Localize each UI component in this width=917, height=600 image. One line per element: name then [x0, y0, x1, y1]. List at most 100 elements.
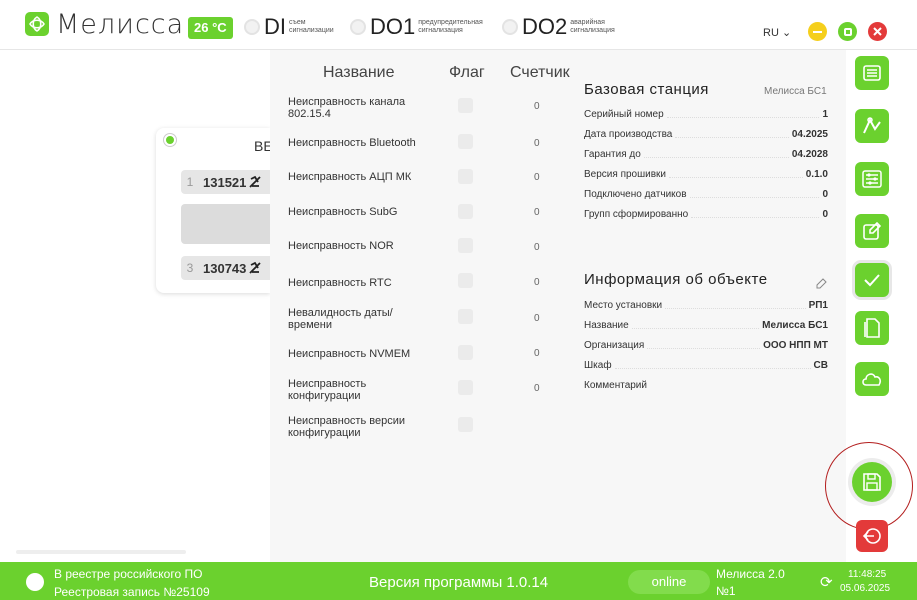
fault-flag-checkbox[interactable] [458, 309, 473, 324]
signal-do2: DO2 аварийная сигнализация [502, 14, 630, 40]
cloud-button[interactable] [855, 362, 889, 396]
fault-flag-checkbox[interactable] [458, 273, 473, 288]
fault-flag-checkbox[interactable] [458, 204, 473, 219]
signal-caption: предупредительная сигнализация [418, 19, 483, 34]
fault-name: Неисправность Bluetooth [288, 137, 416, 149]
online-indicator [164, 134, 176, 146]
fault-flag-checkbox[interactable] [458, 169, 473, 184]
network-panel: ВЕ 1 131521 3 130743 [0, 50, 273, 562]
check-icon [864, 274, 880, 287]
signal-code: DI [264, 14, 286, 39]
signal-di: DI съем сигнализации [244, 14, 349, 40]
edit-icon [863, 222, 881, 240]
chart-icon [863, 117, 881, 134]
station-card[interactable]: ВЕ 1 131521 3 130743 [156, 128, 273, 293]
save-button[interactable] [852, 462, 892, 502]
fault-count: 0 [534, 277, 540, 288]
fault-flag-checkbox[interactable] [458, 417, 473, 432]
app-header: Мелисса 26 °C DI съем сигнализации DO1 п… [0, 0, 917, 50]
indicator-icon [244, 19, 260, 35]
logo-icon [25, 12, 49, 36]
device-name: Мелисса 2.0 [716, 567, 785, 581]
device-number: №1 [716, 584, 736, 598]
column-flag: Флаг [449, 64, 485, 81]
fault-flag-checkbox[interactable] [458, 380, 473, 395]
close-button[interactable] [868, 22, 887, 41]
sensor-chip[interactable]: 3 130743 [181, 256, 270, 280]
minimize-button[interactable] [808, 22, 827, 41]
exit-button[interactable] [856, 520, 888, 552]
sensor-number: 1 [186, 175, 194, 189]
registry-text: В реестре российского ПО [54, 567, 203, 581]
object-info-title: Информация об объекте [584, 271, 768, 288]
temperature-badge: 26 °C [188, 17, 233, 39]
base-station-field: Подключено датчиков 0 [584, 189, 828, 200]
signal-caption: аварийная сигнализация [570, 19, 615, 34]
object-info-field: Место установки РП1 [584, 300, 828, 311]
sensor-chip[interactable]: 1 131521 [181, 170, 270, 194]
cable-disconnected-icon [249, 261, 262, 274]
base-station-field: Групп сформированно 0 [584, 209, 828, 220]
object-info-field: Шкаф СВ [584, 360, 828, 371]
sensor-id: 130743 [203, 260, 247, 276]
fault-name: Неисправность АЦП МК [288, 171, 412, 183]
app-name: Мелисса [56, 9, 185, 40]
chart-button[interactable] [855, 109, 889, 143]
fault-count: 0 [534, 172, 540, 183]
indicator-icon [502, 19, 518, 35]
signal-caption: съем сигнализации [289, 19, 334, 34]
connection-status: online [628, 570, 710, 594]
horizontal-scrollbar[interactable] [16, 550, 186, 554]
save-icon [863, 473, 881, 491]
base-station-field: Дата производства 04.2025 [584, 129, 828, 140]
fault-count: 0 [534, 138, 540, 149]
fault-count: 0 [534, 207, 540, 218]
fault-name: Неисправность конфигурации [288, 378, 367, 402]
fault-name: Неисправность SubG [288, 206, 398, 218]
edit-button[interactable] [855, 214, 889, 248]
list-icon [863, 65, 881, 81]
fault-flag-checkbox[interactable] [458, 345, 473, 360]
signal-code: DO1 [370, 14, 416, 39]
object-info-field: Комментарий [584, 380, 647, 391]
fault-flag-checkbox[interactable] [458, 238, 473, 253]
maximize-button[interactable] [838, 22, 857, 41]
document-icon [864, 318, 880, 338]
fault-flag-checkbox[interactable] [458, 134, 473, 149]
base-station-field: Гарантия до 04.2028 [584, 149, 828, 160]
edit-icon[interactable] [816, 278, 827, 289]
fault-count: 0 [534, 242, 540, 253]
fault-count: 0 [534, 313, 540, 324]
maximize-icon [843, 27, 852, 36]
sync-icon[interactable]: ⟳ [820, 573, 833, 591]
list-button[interactable] [855, 56, 889, 90]
fault-name: Неисправность NOR [288, 240, 394, 252]
object-info-field: Название Мелисса БС1 [584, 320, 828, 331]
sensor-number: 3 [186, 261, 194, 275]
base-station-field: Версия прошивки 0.1.0 [584, 169, 828, 180]
fault-count: 0 [534, 348, 540, 359]
settings-button[interactable] [855, 162, 889, 196]
base-station-field: Серийный номер 1 [584, 109, 828, 120]
base-station-title: Базовая станция [584, 81, 709, 98]
fault-name: Неисправность версии конфигурации [288, 415, 406, 439]
language-select[interactable]: RU ⌄ [763, 26, 791, 39]
fault-flag-checkbox[interactable] [458, 98, 473, 113]
fault-name: Невалидность даты/ времени [288, 307, 393, 331]
check-button[interactable] [855, 263, 889, 297]
registry-icon [26, 573, 44, 591]
registry-record: Реестровая запись №25109 [54, 585, 210, 599]
fault-count: 0 [534, 101, 540, 112]
indicator-icon [350, 19, 366, 35]
cloud-icon [862, 373, 882, 386]
sensor-id: 131521 [203, 174, 247, 190]
column-name: Название [323, 64, 395, 81]
signal-do1: DO1 предупредительная сигнализация [350, 14, 498, 40]
details-panel: Название Флаг Счетчик Неисправность кана… [270, 50, 846, 562]
fault-name: Неисправность NVMEM [288, 348, 411, 360]
document-button[interactable] [855, 311, 889, 345]
minimize-icon [813, 30, 822, 33]
sensor-chip-empty[interactable] [181, 204, 270, 244]
program-version: Версия программы 1.0.14 [369, 574, 549, 591]
clock-date: 05.06.2025 [840, 583, 891, 594]
